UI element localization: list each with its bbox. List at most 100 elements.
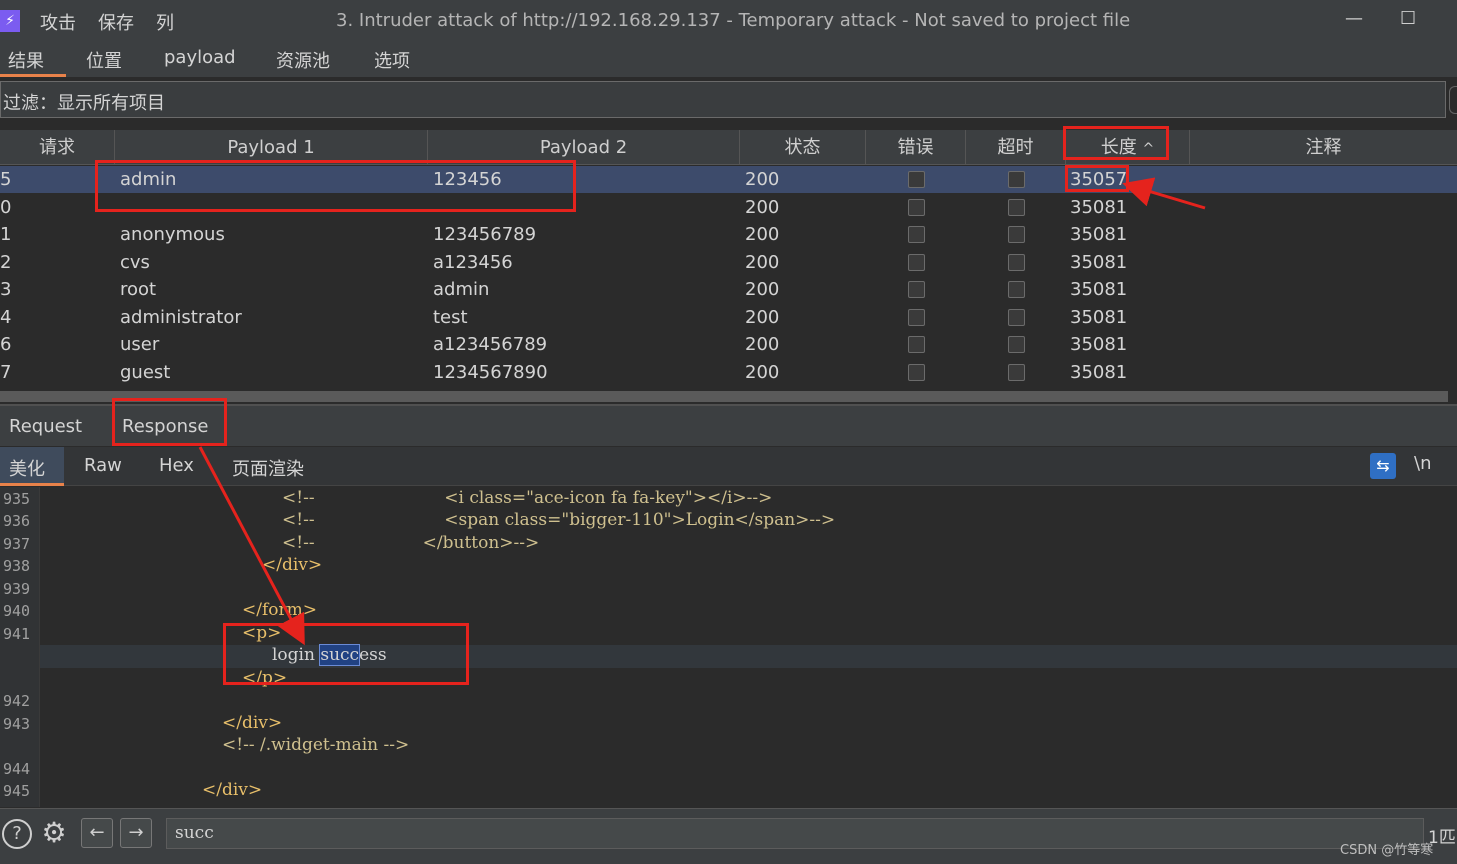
tab-positions[interactable]: 位置 xyxy=(86,47,122,73)
menu-bar: 攻击 保存 列 xyxy=(40,9,196,35)
timeout-checkbox[interactable] xyxy=(1008,336,1025,353)
cell-p1: guest xyxy=(120,361,171,383)
cell-req: 6 xyxy=(0,334,12,355)
table-row[interactable]: 3 root admin 200 35081 xyxy=(0,276,1457,303)
tab-payload[interactable]: payload xyxy=(164,47,236,68)
tab-request[interactable]: Request xyxy=(9,416,82,437)
previous-match-button[interactable]: ← xyxy=(81,818,113,848)
tab-pretty[interactable]: 美化 xyxy=(9,455,45,481)
line-number: 945 xyxy=(3,782,31,800)
response-editor[interactable]: 935 936 937 938 939 940 941 942 943 944 … xyxy=(0,487,1457,807)
window-title: 3. Intruder attack of http://192.168.29.… xyxy=(336,10,1131,31)
line-number: 936 xyxy=(3,512,31,530)
error-checkbox[interactable] xyxy=(908,336,925,353)
table-row[interactable]: 6 user a123456789 200 35081 xyxy=(0,331,1457,358)
cell-status: 200 xyxy=(745,361,780,383)
timeout-checkbox[interactable] xyxy=(1008,281,1025,298)
newline-toggle-icon[interactable]: \n xyxy=(1414,453,1431,474)
title-bar: ⚡ 攻击 保存 列 3. Intruder attack of http://1… xyxy=(0,0,1457,42)
tab-options[interactable]: 选项 xyxy=(374,47,410,73)
menu-attack[interactable]: 攻击 xyxy=(40,9,76,35)
error-checkbox[interactable] xyxy=(908,281,925,298)
line-number: 943 xyxy=(3,715,31,733)
cell-length: 35081 xyxy=(1070,196,1128,218)
line-number: 937 xyxy=(3,535,31,553)
timeout-checkbox[interactable] xyxy=(1008,198,1025,216)
menu-columns[interactable]: 列 xyxy=(156,9,174,35)
line-number: 940 xyxy=(3,602,31,620)
cell-status: 200 xyxy=(745,224,780,245)
cell-p1: user xyxy=(120,334,160,355)
watermark: CSDN @竹等寒 xyxy=(1340,843,1434,858)
line-number: 944 xyxy=(3,760,31,778)
tab-raw[interactable]: Raw xyxy=(84,455,122,476)
col-error[interactable]: 错误 xyxy=(866,130,966,165)
error-checkbox[interactable] xyxy=(908,308,925,326)
cell-p2: test xyxy=(433,306,468,328)
filter-side-handle xyxy=(1449,86,1457,114)
cell-length: 35081 xyxy=(1070,306,1128,328)
minimize-button[interactable]: — xyxy=(1345,8,1363,29)
cell-p2: 1234567890 xyxy=(433,361,548,383)
burp-logo-icon: ⚡ xyxy=(0,10,20,32)
tab-resource-pool[interactable]: 资源池 xyxy=(276,47,330,73)
cell-length: 35081 xyxy=(1070,279,1128,300)
table-row[interactable]: 1 anonymous 123456789 200 35081 xyxy=(0,221,1457,248)
help-icon[interactable]: ? xyxy=(2,819,32,849)
error-checkbox[interactable] xyxy=(908,171,925,188)
tab-hex[interactable]: Hex xyxy=(159,455,194,476)
active-tab-underline xyxy=(0,74,66,77)
cell-p2: a123456789 xyxy=(433,334,548,355)
next-match-button[interactable]: → xyxy=(120,818,152,848)
col-status[interactable]: 状态 xyxy=(740,130,866,165)
cell-req: 3 xyxy=(0,279,12,300)
cell-p1: administrator xyxy=(120,306,242,328)
cell-status: 200 xyxy=(745,169,780,190)
annotation-box-length-header xyxy=(1063,126,1169,160)
cell-p2: admin xyxy=(433,279,490,300)
error-checkbox[interactable] xyxy=(908,363,925,381)
word-wrap-icon[interactable]: ⇆ xyxy=(1370,453,1396,479)
line-number: 942 xyxy=(3,692,31,710)
cell-req: 7 xyxy=(0,361,12,383)
code-line: </form> xyxy=(242,600,317,620)
cell-p2: a123456 xyxy=(433,251,513,273)
tab-results[interactable]: 结果 xyxy=(8,47,44,73)
timeout-checkbox[interactable] xyxy=(1008,363,1025,381)
tab-render[interactable]: 页面渲染 xyxy=(232,455,304,481)
code-line: <!-- <i class="ace-icon fa fa-key"></i>-… xyxy=(282,488,773,508)
cell-req: 0 xyxy=(0,196,12,218)
code-line: <!-- /.widget-main --> xyxy=(222,735,410,755)
table-row[interactable]: 7 guest 1234567890 200 35081 xyxy=(0,359,1457,386)
cell-status: 200 xyxy=(745,334,780,355)
cell-p1: cvs xyxy=(120,251,150,273)
col-timeout[interactable]: 超时 xyxy=(966,130,1066,165)
col-comment[interactable]: 注释 xyxy=(1190,130,1457,165)
table-row[interactable]: 2 cvs a123456 200 35081 xyxy=(0,249,1457,276)
search-bar: ? ⚙ ← → succ 1匹 CSDN @竹等寒 xyxy=(0,808,1457,864)
code-line: </div> xyxy=(202,780,263,800)
cell-length: 35081 xyxy=(1070,361,1128,383)
error-checkbox[interactable] xyxy=(908,253,925,271)
annotation-box-length-value xyxy=(1065,165,1129,192)
timeout-checkbox[interactable] xyxy=(1008,171,1025,188)
error-checkbox[interactable] xyxy=(908,226,925,243)
line-number: 941 xyxy=(3,625,31,643)
cell-status: 200 xyxy=(745,251,780,273)
maximize-button[interactable]: ☐ xyxy=(1400,8,1416,29)
search-input[interactable]: succ xyxy=(166,818,1424,849)
timeout-checkbox[interactable] xyxy=(1008,226,1025,243)
error-checkbox[interactable] xyxy=(908,198,925,216)
cell-length: 35081 xyxy=(1070,251,1128,273)
cell-length: 35081 xyxy=(1070,224,1128,245)
line-number: 935 xyxy=(3,490,31,508)
filter-bar[interactable]: 过滤：显示所有项目 xyxy=(0,81,1446,118)
menu-save[interactable]: 保存 xyxy=(98,9,134,35)
gear-icon[interactable]: ⚙ xyxy=(39,819,69,849)
line-number: 938 xyxy=(3,557,31,575)
timeout-checkbox[interactable] xyxy=(1008,308,1025,326)
timeout-checkbox[interactable] xyxy=(1008,253,1025,271)
cell-p1: root xyxy=(120,279,157,300)
table-row[interactable]: 4 administrator test 200 35081 xyxy=(0,304,1457,331)
code-line: </div> xyxy=(262,555,323,575)
